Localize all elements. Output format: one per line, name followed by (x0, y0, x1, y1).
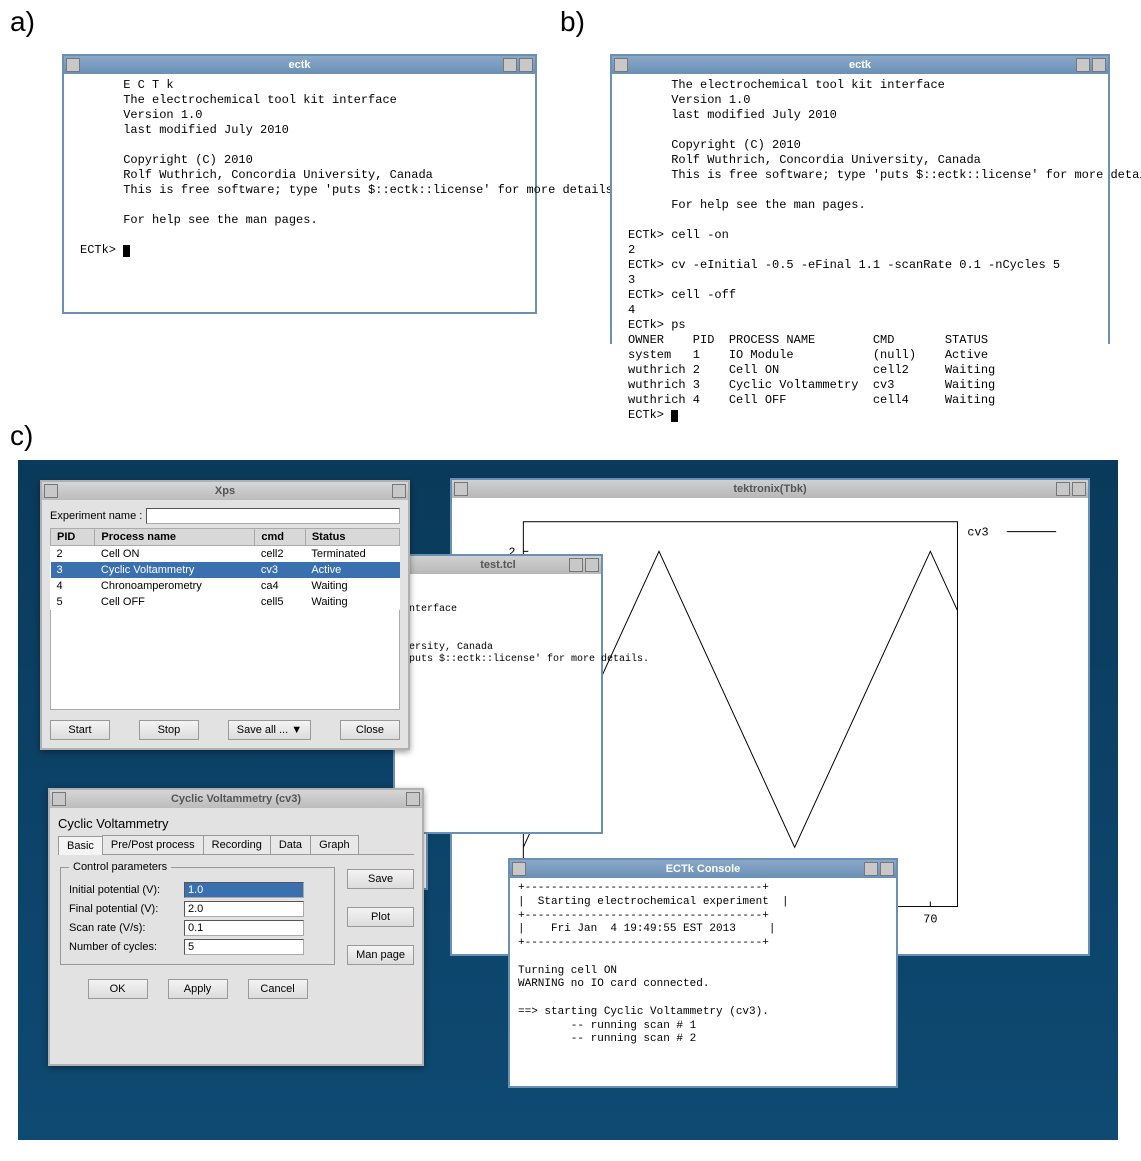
panel-a-label: a) (10, 6, 35, 38)
maximize-icon[interactable] (1072, 482, 1086, 496)
desktop-c: ECTk > graph -s -show -stop -style ECTk … (18, 460, 1118, 1140)
console-window: ECTk Console +--------------------------… (508, 858, 898, 1088)
svg-text:cv3: cv3 (967, 526, 988, 540)
tab-basic[interactable]: Basic (58, 836, 103, 855)
close-button[interactable]: Close (340, 720, 400, 740)
titlebar-tek[interactable]: tektronix(Tbk) (452, 480, 1088, 498)
process-table: PIDProcess namecmdStatus2Cell ONcell2Ter… (50, 528, 400, 610)
titlebar-a[interactable]: ectk (64, 56, 535, 74)
title-b: ectk (849, 59, 871, 71)
col-header[interactable]: Status (305, 529, 399, 546)
title-tek: tektronix(Tbk) (733, 483, 806, 495)
terminal-window-a: ectk E C T k The electrochemical tool ki… (62, 54, 537, 314)
minimize-icon[interactable] (569, 558, 583, 572)
experiment-label: Experiment name : (50, 510, 142, 522)
col-header[interactable]: Process name (95, 529, 255, 546)
col-header[interactable]: PID (51, 529, 95, 546)
tab-data[interactable]: Data (270, 835, 311, 854)
testtcl-window: test.tcl interface versity, Canada 'puts… (393, 554, 603, 834)
table-row[interactable]: 5Cell OFFcell5Waiting (51, 594, 400, 610)
terminal-window-b: ectk The electrochemical tool kit interf… (610, 54, 1110, 344)
maximize-icon[interactable] (880, 862, 894, 876)
minimize-icon[interactable] (503, 58, 517, 72)
title-a: ectk (288, 59, 310, 71)
tab-recording[interactable]: Recording (203, 835, 271, 854)
scanrate-label: Scan rate (V/s): (69, 922, 184, 934)
saveall-button[interactable]: Save all ... ▼ (228, 720, 311, 740)
cycles-input[interactable] (184, 939, 304, 955)
titlebar-cv[interactable]: Cyclic Voltammetry (cv3) (50, 790, 422, 808)
ok-button[interactable]: OK (88, 979, 148, 999)
cancel-button[interactable]: Cancel (248, 979, 308, 999)
minimize-icon[interactable] (1056, 482, 1070, 496)
table-row[interactable]: 2Cell ONcell2Terminated (51, 546, 400, 563)
title-xps: Xps (215, 485, 235, 497)
xps-body: Experiment name : PIDProcess namecmdStat… (42, 500, 408, 748)
window-menu-icon[interactable] (614, 58, 628, 72)
col-header[interactable]: cmd (255, 529, 305, 546)
minimize-icon[interactable] (1076, 58, 1090, 72)
table-row[interactable]: 3Cyclic Voltammetrycv3Active (51, 562, 400, 578)
svg-text:70: 70 (923, 912, 937, 926)
close-icon[interactable] (406, 792, 420, 806)
window-menu-icon[interactable] (512, 862, 526, 876)
stop-button[interactable]: Stop (139, 720, 199, 740)
titlebar-xps[interactable]: Xps (42, 482, 408, 500)
manpage-button[interactable]: Man page (347, 945, 414, 965)
window-menu-icon[interactable] (66, 58, 80, 72)
title-console: ECTk Console (666, 863, 741, 875)
titlebar-testtcl[interactable]: test.tcl (395, 556, 601, 574)
titlebar-console[interactable]: ECTk Console (510, 860, 896, 878)
terminal-b-body[interactable]: The electrochemical tool kit interface V… (612, 74, 1108, 427)
minimize-icon[interactable] (864, 862, 878, 876)
window-menu-icon[interactable] (44, 484, 58, 498)
panel-b-label: b) (560, 6, 585, 38)
save-button[interactable]: Save (347, 869, 414, 889)
title-testtcl: test.tcl (480, 559, 515, 571)
tab-pre-post-process[interactable]: Pre/Post process (102, 835, 204, 854)
cv-dialog: Cyclic Voltammetry (cv3) Cyclic Voltamme… (48, 788, 424, 1066)
experiment-input[interactable] (146, 508, 400, 524)
final-input[interactable] (184, 901, 304, 917)
plot-button[interactable]: Plot (347, 907, 414, 927)
cycles-label: Number of cycles: (69, 941, 184, 953)
fieldset-legend: Control parameters (69, 861, 171, 873)
apply-button[interactable]: Apply (168, 979, 228, 999)
table-row[interactable]: 4Chronoamperometryca4Waiting (51, 578, 400, 594)
cv-body: Cyclic Voltammetry BasicPre/Post process… (50, 808, 422, 1007)
cv-tabs: BasicPre/Post processRecordingDataGraph (58, 835, 414, 855)
close-icon[interactable] (392, 484, 406, 498)
window-menu-icon[interactable] (52, 792, 66, 806)
testtcl-body: interface versity, Canada 'puts $::ectk:… (395, 574, 601, 671)
maximize-icon[interactable] (519, 58, 533, 72)
window-menu-icon[interactable] (454, 482, 468, 496)
cv-heading: Cyclic Voltammetry (58, 816, 414, 831)
xps-window: Xps Experiment name : PIDProcess namecmd… (40, 480, 410, 750)
titlebar-b[interactable]: ectk (612, 56, 1108, 74)
initial-label: Initial potential (V): (69, 884, 184, 896)
title-cv: Cyclic Voltammetry (cv3) (171, 793, 301, 805)
maximize-icon[interactable] (1092, 58, 1106, 72)
control-parameters-fieldset: Control parameters Initial potential (V)… (60, 861, 335, 965)
start-button[interactable]: Start (50, 720, 110, 740)
scanrate-input[interactable] (184, 920, 304, 936)
close-icon[interactable] (585, 558, 599, 572)
tab-graph[interactable]: Graph (310, 835, 359, 854)
final-label: Final potential (V): (69, 903, 184, 915)
terminal-a-body[interactable]: E C T k The electrochemical tool kit int… (64, 74, 535, 262)
panel-c-label: c) (10, 420, 33, 452)
initial-input[interactable] (184, 882, 304, 898)
console-body[interactable]: +------------------------------------+ |… (510, 878, 896, 1051)
